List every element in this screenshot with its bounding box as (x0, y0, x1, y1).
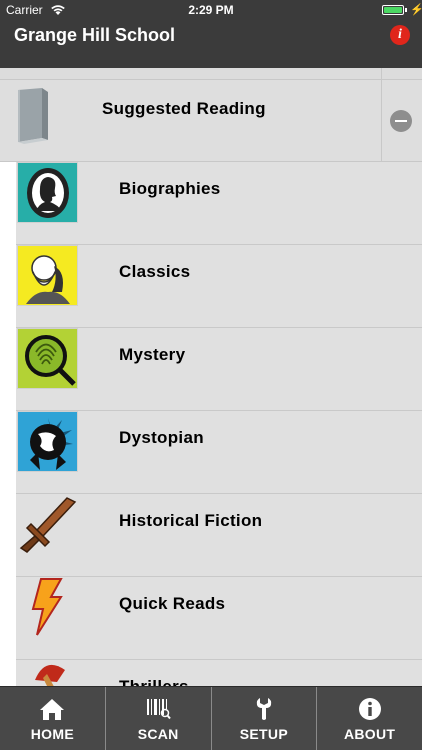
tab-label: SCAN (137, 726, 179, 742)
axe-icon (17, 660, 78, 686)
list-item-dystopian[interactable]: Dystopian (16, 411, 422, 494)
info-icon[interactable]: i (390, 25, 410, 45)
silhouette-cameo-icon (17, 162, 78, 223)
magnifier-fingerprint-icon (17, 328, 78, 389)
list-item-mystery[interactable]: Mystery (16, 328, 422, 411)
section-label: Suggested Reading (102, 99, 266, 118)
wrench-icon (256, 698, 272, 720)
lightning-bolt-icon (17, 577, 78, 638)
status-bar: Carrier 2:29 PM ⚡ (0, 0, 422, 20)
tab-label: ABOUT (343, 726, 396, 742)
list-item-biographies[interactable]: Biographies (16, 162, 422, 245)
list-item-quick-reads[interactable]: Quick Reads (16, 577, 422, 660)
tab-scan[interactable]: SCAN (106, 687, 212, 750)
tab-label: SETUP (239, 726, 288, 742)
list-item-label: Classics (119, 262, 191, 281)
list-item-historical-fiction[interactable]: Historical Fiction (16, 494, 422, 577)
ruined-globe-icon (17, 411, 78, 472)
charging-icon: ⚡ (410, 4, 422, 16)
list-item-classics[interactable]: Classics (16, 245, 422, 328)
list-item-label: Thrillers (119, 677, 189, 686)
list-item-thrillers[interactable]: Thrillers (16, 660, 422, 686)
category-list: Biographies Classics Mystery Dystopian H… (16, 162, 422, 686)
list-item-label: Mystery (119, 345, 186, 364)
book-icon (18, 88, 48, 144)
section-header-suggested-reading[interactable]: Suggested Reading (0, 80, 422, 162)
list-item-label: Quick Reads (119, 594, 226, 613)
tab-about[interactable]: ABOUT (317, 687, 422, 750)
status-time: 2:29 PM (188, 3, 234, 17)
collapse-icon[interactable] (390, 110, 412, 132)
tab-home[interactable]: HOME (0, 687, 106, 750)
home-icon (40, 699, 65, 720)
page-title: Grange Hill School (14, 25, 176, 45)
tab-label: HOME (30, 726, 74, 742)
bottom-tab-bar: HOME SCAN SETUP ABOUT (0, 686, 422, 750)
category-list-view[interactable]: Suggested Reading Biographies Classics M… (0, 68, 422, 686)
tab-setup[interactable]: SETUP (212, 687, 318, 750)
wooden-sword-icon (17, 494, 78, 555)
list-item-label: Dystopian (119, 428, 204, 447)
bearded-author-icon (17, 245, 78, 306)
barcode-icon (147, 699, 171, 720)
info-icon (358, 698, 381, 720)
app-header: Grange Hill School i (0, 20, 422, 68)
list-top-strip (0, 68, 422, 80)
battery-icon (382, 5, 404, 15)
list-item-label: Historical Fiction (119, 511, 263, 530)
list-item-label: Biographies (119, 179, 221, 198)
